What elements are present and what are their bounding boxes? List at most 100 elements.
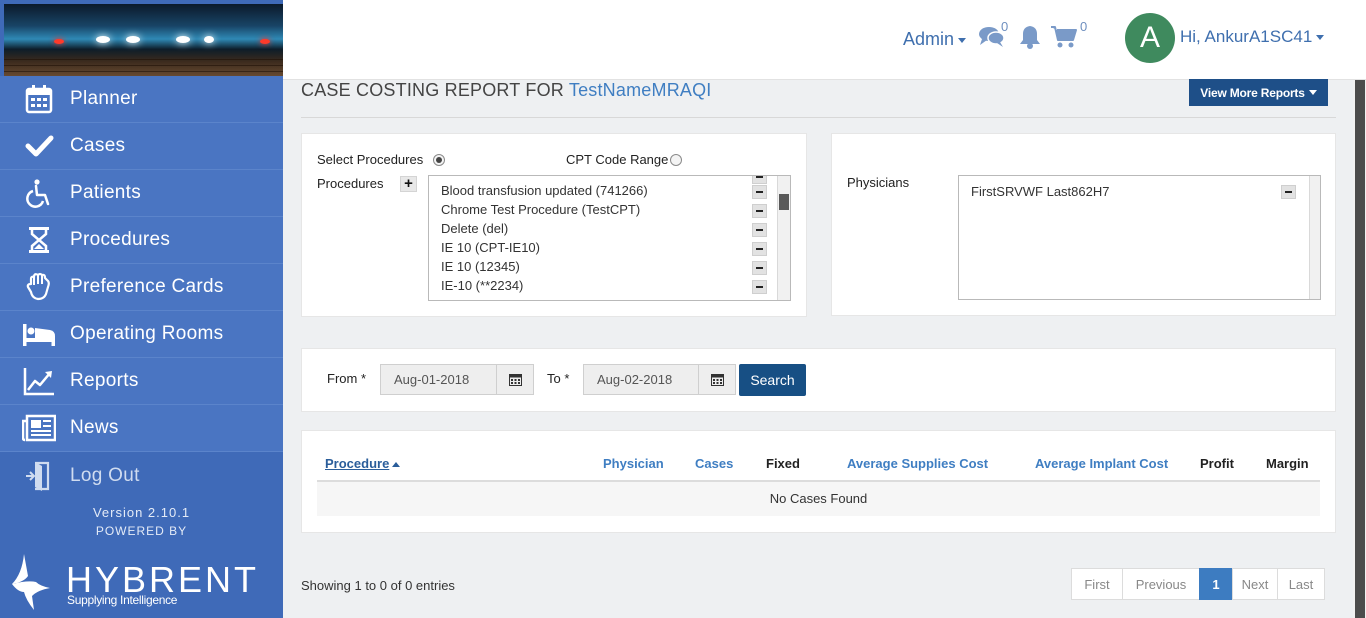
title-divider [301, 117, 1336, 118]
hybrent-logo: HYBRENT Supplying Intelligence [10, 550, 260, 610]
from-date-label: From * [327, 371, 366, 386]
procedures-label: Procedures [317, 176, 384, 191]
sidebar-nav: Planner Cases Patients Procedures Prefer… [0, 76, 283, 499]
report-title-name: TestNameMRAQI [568, 80, 712, 100]
view-more-reports-button[interactable]: View More Reports [1189, 79, 1328, 106]
sidebar-item-label: Preference Cards [70, 276, 224, 297]
sidebar-item-label: Planner [70, 88, 138, 109]
physicians-panel: Physicians FirstSRVWF Last862H7 [831, 133, 1336, 316]
cart-icon[interactable] [1050, 24, 1078, 53]
sidebar-item-label: Procedures [70, 229, 171, 250]
sort-ascending-icon [392, 462, 401, 468]
sidebar-item-logout[interactable]: Log Out [0, 452, 283, 499]
remove-procedure-button[interactable] [752, 242, 767, 256]
bird-logo-icon [12, 554, 50, 610]
chevron-down-icon [958, 37, 967, 43]
calendar-icon [508, 374, 522, 386]
sidebar-item-reports[interactable]: Reports [0, 358, 283, 405]
wheelchair-icon [22, 177, 56, 209]
admin-label: Admin [903, 29, 955, 49]
sidebar-item-procedures[interactable]: Procedures [0, 217, 283, 264]
remove-procedure-button[interactable] [752, 204, 767, 218]
physicians-list-scrollbar[interactable] [1309, 176, 1320, 299]
remove-physician-button[interactable] [1281, 185, 1296, 199]
remove-procedure-button[interactable] [752, 185, 767, 199]
remove-procedure-button[interactable] [752, 223, 767, 237]
page-1-button[interactable]: 1 [1199, 568, 1233, 600]
physicians-list[interactable]: FirstSRVWF Last862H7 [958, 175, 1321, 300]
page-title: CASE COSTING REPORT FOR TestNameMRAQI [301, 80, 712, 101]
user-avatar[interactable]: A [1125, 13, 1175, 63]
remove-procedure-button[interactable] [752, 280, 767, 294]
brand-tagline: Supplying Intelligence [67, 593, 178, 607]
to-date-input[interactable]: Aug-02-2018 [583, 364, 699, 395]
messages-count-badge: 0 [1001, 19, 1009, 34]
hourglass-icon [22, 224, 56, 256]
page-next-button[interactable]: Next [1232, 568, 1278, 600]
sidebar-item-patients[interactable]: Patients [0, 170, 283, 217]
empty-table-message: No Cases Found [317, 482, 1320, 516]
page-scrollbar[interactable] [1353, 80, 1366, 618]
calendar-icon [710, 374, 724, 386]
select-procedures-label: Select Procedures [317, 152, 424, 167]
logout-door-icon [22, 460, 56, 492]
list-item: IE-10 (**2234) [441, 278, 524, 293]
from-date-input[interactable]: Aug-01-2018 [380, 364, 497, 395]
list-item: IE 10 (12345) [441, 259, 520, 274]
calendar-icon [22, 83, 56, 115]
sidebar-item-label: Cases [70, 135, 126, 156]
header-logo-image [4, 4, 283, 77]
add-procedure-button[interactable]: + [400, 176, 417, 192]
remove-procedure-button[interactable] [752, 261, 767, 275]
procedures-list-scrollbar[interactable] [777, 176, 790, 300]
cart-count-badge: 0 [1080, 19, 1088, 34]
line-chart-icon [22, 365, 56, 397]
admin-dropdown[interactable]: Admin [903, 29, 967, 50]
cpt-code-range-label: CPT Code Range [566, 152, 669, 167]
sidebar-item-label: News [70, 417, 119, 438]
search-button[interactable]: Search [739, 364, 806, 396]
select-procedures-radio[interactable] [433, 154, 445, 166]
chevron-down-icon [1316, 35, 1325, 41]
column-header-cases[interactable]: Cases [695, 456, 733, 471]
list-item: Delete (del) [441, 221, 509, 236]
entries-info: Showing 1 to 0 of 0 entries [301, 578, 455, 593]
page-last-button[interactable]: Last [1277, 568, 1325, 600]
checkmark-icon [22, 130, 56, 162]
glove-icon [22, 271, 56, 303]
page-first-button[interactable]: First [1071, 568, 1123, 600]
procedures-list[interactable]: Blood transfusion updated (741266) Chrom… [428, 175, 791, 301]
bed-icon [22, 318, 56, 350]
user-menu-dropdown[interactable]: Hi, AnkurA1SC41 [1180, 27, 1325, 47]
cpt-code-range-radio[interactable] [670, 154, 682, 166]
sidebar-item-preference-cards[interactable]: Preference Cards [0, 264, 283, 311]
sidebar-item-label: Reports [70, 370, 139, 391]
sidebar-item-news[interactable]: News [0, 405, 283, 452]
column-header-procedure[interactable]: Procedure [325, 456, 401, 471]
list-item: FirstSRVWF Last862H7 [971, 184, 1110, 199]
remove-procedure-button[interactable] [752, 176, 767, 184]
page-previous-button[interactable]: Previous [1122, 568, 1200, 600]
sidebar-item-planner[interactable]: Planner [0, 76, 283, 123]
sidebar-item-operating-rooms[interactable]: Operating Rooms [0, 311, 283, 358]
view-more-reports-label: View More Reports [1200, 85, 1305, 100]
sidebar: Planner Cases Patients Procedures Prefer… [0, 0, 283, 618]
powered-by-label: POWERED BY [95, 524, 188, 538]
procedures-panel: Select Procedures CPT Code Range Procedu… [301, 133, 807, 317]
sidebar-item-cases[interactable]: Cases [0, 123, 283, 170]
sidebar-item-label: Operating Rooms [70, 323, 224, 344]
chevron-down-icon [1308, 90, 1317, 95]
list-item: IE 10 (CPT-IE10) [441, 240, 540, 255]
column-header-margin: Margin [1266, 456, 1309, 471]
from-calendar-button[interactable] [496, 364, 534, 395]
sidebar-item-label: Patients [70, 182, 142, 203]
bell-icon[interactable] [1018, 24, 1042, 53]
user-greeting: Hi, AnkurA1SC41 [1180, 27, 1313, 46]
column-header-average-implant-cost[interactable]: Average Implant Cost [1035, 456, 1168, 471]
column-header-physician[interactable]: Physician [603, 456, 664, 471]
column-header-average-supplies-cost[interactable]: Average Supplies Cost [847, 456, 988, 471]
to-calendar-button[interactable] [698, 364, 736, 395]
list-item-partial [441, 176, 445, 182]
physicians-label: Physicians [847, 175, 910, 190]
list-item: Chrome Test Procedure (TestCPT) [441, 202, 641, 217]
